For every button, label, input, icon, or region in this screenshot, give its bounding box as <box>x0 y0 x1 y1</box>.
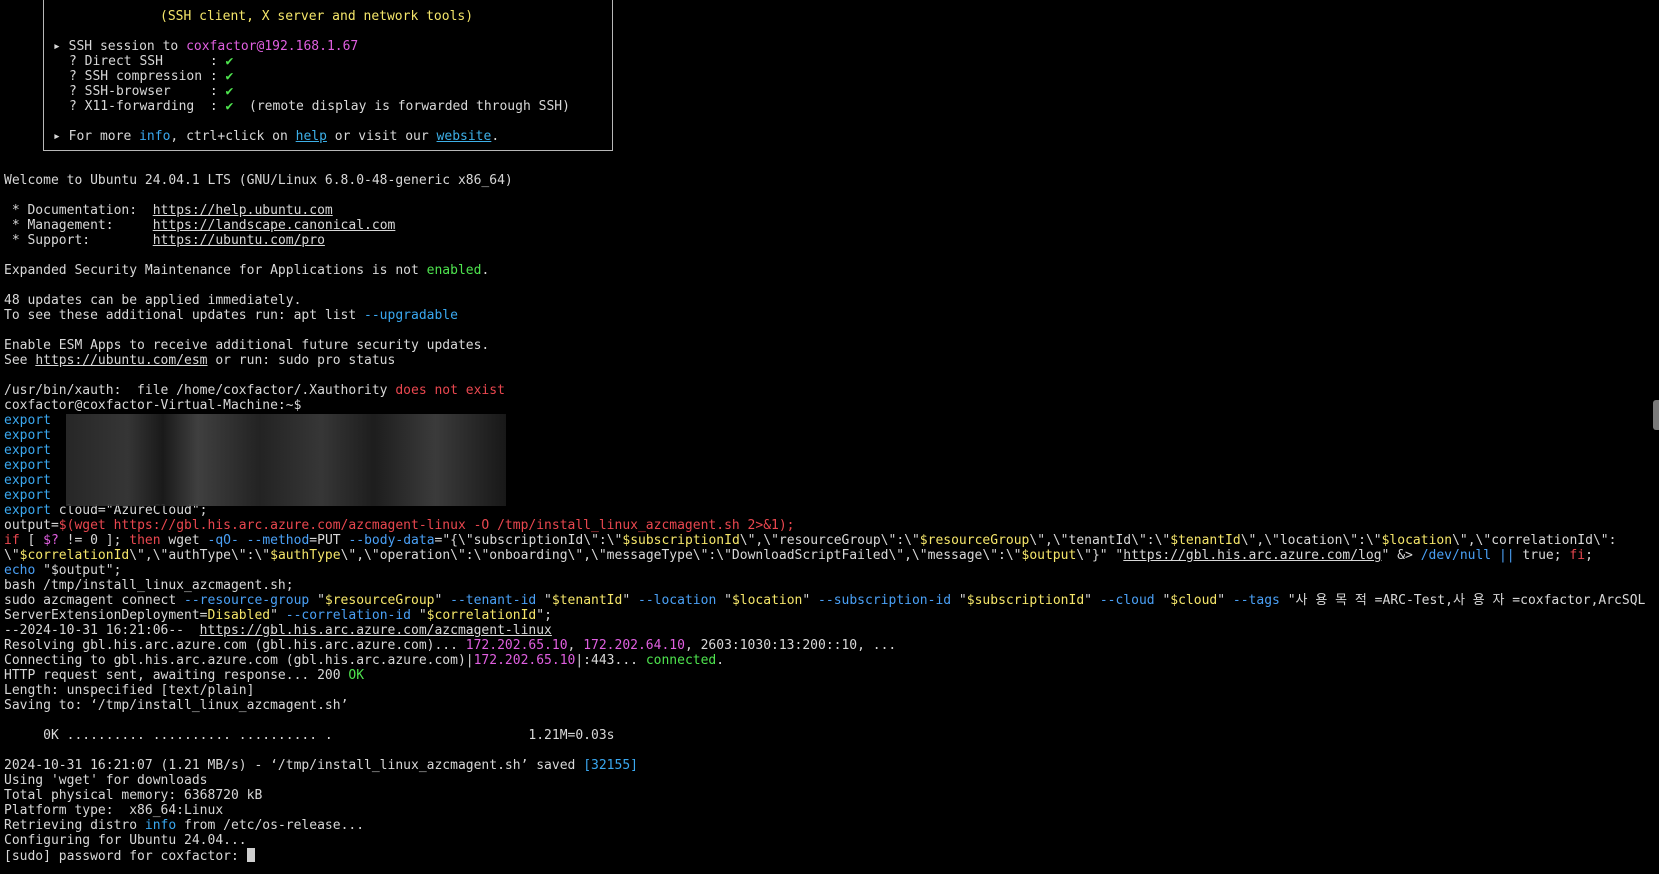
resolving-line: Resolving gbl.his.arc.azure.com (gbl.his… <box>4 638 897 653</box>
log-link[interactable]: https://gbl.his.arc.azure.com/log <box>1123 548 1381 563</box>
saving-line: Saving to: ‘/tmp/install_linux_azcmagent… <box>4 698 349 713</box>
sudo-password-prompt[interactable]: [sudo] password for coxfactor: <box>4 848 1659 863</box>
more-info-line: ▸ For more info, ctrl+click on help or v… <box>53 129 500 144</box>
platform-line: Platform type: x86_64:Linux <box>4 803 224 818</box>
see-line: See https://ubuntu.com/esm or run: sudo … <box>4 353 396 368</box>
banner-subtitle: (SSH client, X server and network tools) <box>160 9 474 24</box>
azcmagent-link[interactable]: https://gbl.his.arc.azure.com/azcmagent-… <box>200 623 552 638</box>
mgmt-line: * Management: https://landscape.canonica… <box>4 218 396 233</box>
support-line: * Support: https://ubuntu.com/pro <box>4 233 325 248</box>
xauth-line: /usr/bin/xauth: file /home/coxfactor/.Xa… <box>4 383 505 398</box>
updates-hint-line: To see these additional updates run: apt… <box>4 308 458 323</box>
esm-apps-line: Enable ESM Apps to receive additional fu… <box>4 338 490 353</box>
sudo-line: sudo azcmagent connect --resource-group … <box>4 593 1646 608</box>
arrow-icon: ▸ <box>53 39 69 54</box>
updates-line: 48 updates can be applied immediately. <box>4 293 302 308</box>
sudo-line-cont: ServerExtensionDeployment=Disabled" --co… <box>4 608 552 623</box>
progress-line: 0K .......... .......... .......... . 1.… <box>4 728 615 743</box>
bash-line: bash /tmp/install_linux_azcmagent.sh; <box>4 578 294 593</box>
info-link[interactable]: info <box>139 129 170 144</box>
help-link[interactable]: help <box>296 129 327 144</box>
redacted-region <box>66 414 506 506</box>
shell-prompt: coxfactor@coxfactor-Virtual-Machine:~$ <box>4 398 302 413</box>
wget-date-line: --2024-10-31 16:21:06-- https://gbl.his.… <box>4 623 552 638</box>
feature-row: ? SSH compression : ✔ <box>69 69 234 84</box>
website-link[interactable]: website <box>437 129 492 144</box>
doc-line: * Documentation: https://help.ubuntu.com <box>4 203 333 218</box>
scrollbar-handle[interactable] <box>1653 400 1659 430</box>
http-line: HTTP request sent, awaiting response... … <box>4 668 365 683</box>
memory-line: Total physical memory: 6368720 kB <box>4 788 263 803</box>
retrieving-line: Retrieving distro info from /etc/os-rele… <box>4 818 365 833</box>
saved-line: 2024-10-31 16:21:07 (1.21 MB/s) - ‘/tmp/… <box>4 758 638 773</box>
using-line: Using 'wget' for downloads <box>4 773 208 788</box>
doc-link[interactable]: https://help.ubuntu.com <box>153 203 333 218</box>
check-icon: ✔ <box>225 54 234 69</box>
check-icon: ✔ <box>225 69 234 84</box>
length-line: Length: unspecified [text/plain] <box>4 683 255 698</box>
connecting-line: Connecting to gbl.his.arc.azure.com (gbl… <box>4 653 725 668</box>
terminal-output: Welcome to Ubuntu 24.04.1 LTS (GNU/Linux… <box>4 173 1659 863</box>
session-target: coxfactor@192.168.1.67 <box>186 39 359 54</box>
welcome-line: Welcome to Ubuntu 24.04.1 LTS (GNU/Linux… <box>4 173 513 188</box>
configuring-line: Configuring for Ubuntu 24.04... <box>4 833 247 848</box>
esm-link[interactable]: https://ubuntu.com/esm <box>35 353 207 368</box>
check-icon: ✔ <box>225 84 234 99</box>
session-banner: (SSH client, X server and network tools)… <box>43 0 613 151</box>
output-line: output=$(wget https://gbl.his.arc.azure.… <box>4 518 795 533</box>
feature-row: ? SSH-browser : ✔ <box>69 84 234 99</box>
text-cursor <box>246 848 255 862</box>
feature-row: ? X11-forwarding : ✔ (remote display is … <box>69 99 570 114</box>
arrow-icon: ▸ <box>53 129 69 144</box>
support-link[interactable]: https://ubuntu.com/pro <box>153 233 325 248</box>
echo-line: echo "$output"; <box>4 563 122 578</box>
terminal-window[interactable]: (SSH client, X server and network tools)… <box>4 0 1659 874</box>
if-line-cont: \"$correlationId\",\"authType\":\"$authT… <box>4 548 1593 563</box>
if-line: if [ $? != 0 ]; then wget -qO- --method=… <box>4 533 1617 548</box>
mgmt-link[interactable]: https://landscape.canonical.com <box>153 218 396 233</box>
esm-line: Expanded Security Maintenance for Applic… <box>4 263 490 278</box>
session-line: ▸ SSH session to coxfactor@192.168.1.67 <box>53 39 359 54</box>
feature-row: ? Direct SSH : ✔ <box>69 54 234 69</box>
